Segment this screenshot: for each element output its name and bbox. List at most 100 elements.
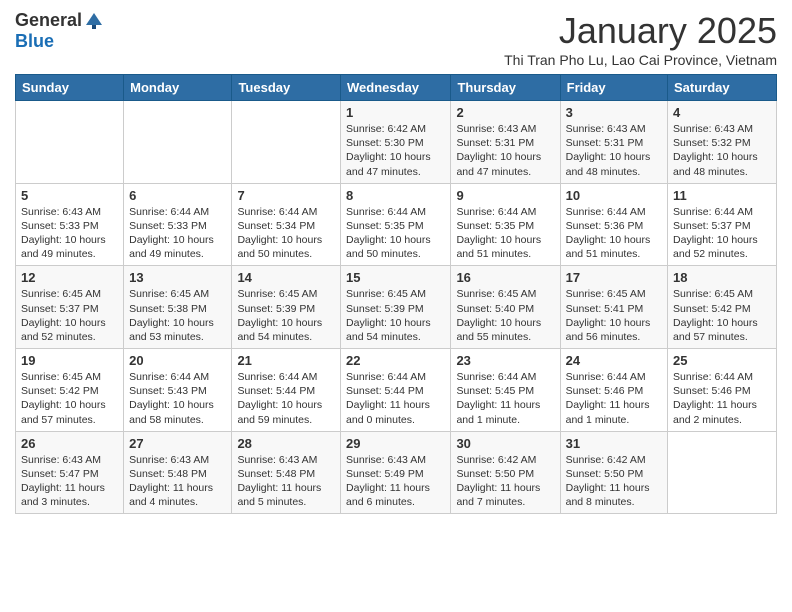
day-number: 13 [129,270,226,285]
day-number: 1 [346,105,445,120]
day-number: 17 [566,270,662,285]
calendar-cell: 4 Sunrise: 6:43 AM Sunset: 5:32 PM Daylig… [668,101,777,184]
day-number: 10 [566,188,662,203]
day-number: 16 [456,270,554,285]
day-number: 4 [673,105,771,120]
day-info: Sunrise: 6:45 AM Sunset: 5:40 PM Dayligh… [456,287,554,344]
calendar-cell: 19 Sunrise: 6:45 AM Sunset: 5:42 PM Dayli… [16,349,124,432]
day-number: 9 [456,188,554,203]
calendar-cell [124,101,232,184]
day-number: 19 [21,353,118,368]
day-info: Sunrise: 6:45 AM Sunset: 5:37 PM Dayligh… [21,287,118,344]
week-row-4: 26 Sunrise: 6:43 AM Sunset: 5:47 PM Dayli… [16,431,777,514]
day-info: Sunrise: 6:45 AM Sunset: 5:41 PM Dayligh… [566,287,662,344]
day-info: Sunrise: 6:43 AM Sunset: 5:47 PM Dayligh… [21,453,118,510]
calendar-cell: 11Sunrise: 6:44 AM Sunset: 5:37 PM Dayli… [668,183,777,266]
day-info: Sunrise: 6:44 AM Sunset: 5:43 PM Dayligh… [129,370,226,427]
day-info: Sunrise: 6:44 AM Sunset: 5:35 PM Dayligh… [456,205,554,262]
calendar-cell: 20 Sunrise: 6:44 AM Sunset: 5:43 PM Dayli… [124,349,232,432]
day-number: 14 [237,270,335,285]
day-info: Sunrise: 6:44 AM Sunset: 5:44 PM Dayligh… [346,370,445,427]
day-info: Sunrise: 6:44 AM Sunset: 5:44 PM Dayligh… [237,370,335,427]
col-thursday: Thursday [451,75,560,101]
calendar-cell [16,101,124,184]
day-number: 20 [129,353,226,368]
calendar-cell [668,431,777,514]
day-number: 22 [346,353,445,368]
col-monday: Monday [124,75,232,101]
day-info: Sunrise: 6:42 AM Sunset: 5:50 PM Dayligh… [456,453,554,510]
day-info: Sunrise: 6:45 AM Sunset: 5:42 PM Dayligh… [673,287,771,344]
calendar-cell: 17 Sunrise: 6:45 AM Sunset: 5:41 PM Dayli… [560,266,667,349]
day-number: 5 [21,188,118,203]
day-number: 31 [566,436,662,451]
day-info: Sunrise: 6:43 AM Sunset: 5:48 PM Dayligh… [129,453,226,510]
calendar-cell: 10 Sunrise: 6:44 AM Sunset: 5:36 PM Dayli… [560,183,667,266]
day-number: 26 [21,436,118,451]
day-number: 8 [346,188,445,203]
day-number: 29 [346,436,445,451]
calendar-cell: 5 Sunrise: 6:43 AM Sunset: 5:33 PM Daylig… [16,183,124,266]
calendar-cell: 22 Sunrise: 6:44 AM Sunset: 5:44 PM Dayli… [341,349,451,432]
day-info: Sunrise: 6:44 AM Sunset: 5:34 PM Dayligh… [237,205,335,262]
calendar-page: General Blue January 2025 Thi Tran Pho L… [0,0,792,612]
col-friday: Friday [560,75,667,101]
calendar-cell: 9 Sunrise: 6:44 AM Sunset: 5:35 PM Daylig… [451,183,560,266]
calendar-cell: 18 Sunrise: 6:45 AM Sunset: 5:42 PM Dayli… [668,266,777,349]
logo-icon [84,11,104,31]
header-row: Sunday Monday Tuesday Wednesday Thursday… [16,75,777,101]
calendar-cell: 8 Sunrise: 6:44 AM Sunset: 5:35 PM Daylig… [341,183,451,266]
day-number: 21 [237,353,335,368]
calendar-cell: 21 Sunrise: 6:44 AM Sunset: 5:44 PM Dayli… [232,349,341,432]
calendar-cell: 16 Sunrise: 6:45 AM Sunset: 5:40 PM Dayli… [451,266,560,349]
logo-general-text: General [15,10,82,31]
logo: General Blue [15,10,104,52]
day-number: 3 [566,105,662,120]
day-info: Sunrise: 6:43 AM Sunset: 5:31 PM Dayligh… [566,122,662,179]
day-number: 27 [129,436,226,451]
title-section: January 2025 Thi Tran Pho Lu, Lao Cai Pr… [504,10,777,68]
day-info: Sunrise: 6:44 AM Sunset: 5:46 PM Dayligh… [673,370,771,427]
day-number: 12 [21,270,118,285]
day-info: Sunrise: 6:44 AM Sunset: 5:37 PM Dayligh… [673,205,771,262]
calendar-cell: 15 Sunrise: 6:45 AM Sunset: 5:39 PM Dayli… [341,266,451,349]
calendar-cell: 30 Sunrise: 6:42 AM Sunset: 5:50 PM Dayli… [451,431,560,514]
day-info: Sunrise: 6:43 AM Sunset: 5:32 PM Dayligh… [673,122,771,179]
day-info: Sunrise: 6:44 AM Sunset: 5:46 PM Dayligh… [566,370,662,427]
calendar-cell: 2Sunrise: 6:43 AM Sunset: 5:31 PM Daylig… [451,101,560,184]
day-info: Sunrise: 6:44 AM Sunset: 5:45 PM Dayligh… [456,370,554,427]
day-info: Sunrise: 6:45 AM Sunset: 5:39 PM Dayligh… [237,287,335,344]
month-title: January 2025 [504,10,777,52]
calendar-table: Sunday Monday Tuesday Wednesday Thursday… [15,74,777,514]
col-sunday: Sunday [16,75,124,101]
day-number: 7 [237,188,335,203]
calendar-cell: 29Sunrise: 6:43 AM Sunset: 5:49 PM Dayli… [341,431,451,514]
day-info: Sunrise: 6:43 AM Sunset: 5:33 PM Dayligh… [21,205,118,262]
calendar-cell: 14 Sunrise: 6:45 AM Sunset: 5:39 PM Dayli… [232,266,341,349]
day-number: 15 [346,270,445,285]
day-info: Sunrise: 6:45 AM Sunset: 5:42 PM Dayligh… [21,370,118,427]
week-row-3: 19 Sunrise: 6:45 AM Sunset: 5:42 PM Dayli… [16,349,777,432]
week-row-2: 12 Sunrise: 6:45 AM Sunset: 5:37 PM Dayli… [16,266,777,349]
calendar-cell: 12 Sunrise: 6:45 AM Sunset: 5:37 PM Dayli… [16,266,124,349]
calendar-cell: 3 Sunrise: 6:43 AM Sunset: 5:31 PM Daylig… [560,101,667,184]
day-info: Sunrise: 6:45 AM Sunset: 5:39 PM Dayligh… [346,287,445,344]
day-info: Sunrise: 6:42 AM Sunset: 5:50 PM Dayligh… [566,453,662,510]
calendar-cell: 31 Sunrise: 6:42 AM Sunset: 5:50 PM Dayli… [560,431,667,514]
calendar-cell: 13Sunrise: 6:45 AM Sunset: 5:38 PM Dayli… [124,266,232,349]
day-number: 28 [237,436,335,451]
col-wednesday: Wednesday [341,75,451,101]
calendar-cell: 6Sunrise: 6:44 AM Sunset: 5:33 PM Daylig… [124,183,232,266]
col-tuesday: Tuesday [232,75,341,101]
day-info: Sunrise: 6:44 AM Sunset: 5:35 PM Dayligh… [346,205,445,262]
calendar-cell: 23 Sunrise: 6:44 AM Sunset: 5:45 PM Dayli… [451,349,560,432]
calendar-cell: 26 Sunrise: 6:43 AM Sunset: 5:47 PM Dayli… [16,431,124,514]
calendar-cell: 1Sunrise: 6:42 AM Sunset: 5:30 PM Daylig… [341,101,451,184]
calendar-cell [232,101,341,184]
calendar-cell: 27 Sunrise: 6:43 AM Sunset: 5:48 PM Dayli… [124,431,232,514]
day-number: 18 [673,270,771,285]
calendar-cell: 24Sunrise: 6:44 AM Sunset: 5:46 PM Dayli… [560,349,667,432]
day-number: 30 [456,436,554,451]
day-number: 23 [456,353,554,368]
day-info: Sunrise: 6:44 AM Sunset: 5:36 PM Dayligh… [566,205,662,262]
